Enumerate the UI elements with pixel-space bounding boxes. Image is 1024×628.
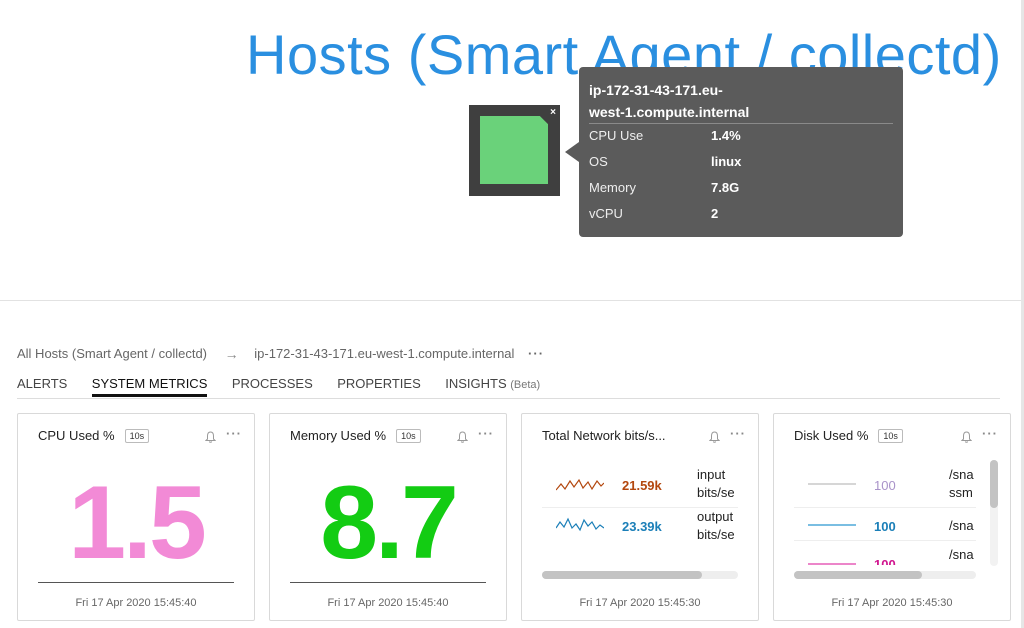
- resolution-badge: 10s: [124, 429, 150, 443]
- memory-value: 8.7: [320, 465, 459, 581]
- bell-icon[interactable]: [456, 430, 469, 448]
- tooltip-label: CPU Use: [589, 128, 644, 143]
- tooltip-label: Memory: [589, 180, 636, 195]
- card-baseline: [38, 582, 234, 583]
- host-tile[interactable]: ×: [469, 105, 560, 196]
- row-value: 23.39k: [622, 519, 662, 534]
- sparkline-input: [556, 478, 604, 491]
- card-title-text: CPU Used %: [38, 428, 115, 443]
- cpu-value: 1.5: [68, 465, 207, 581]
- sparkline-output: [556, 517, 604, 532]
- row-value: 21.59k: [622, 478, 662, 493]
- card-baseline: [290, 582, 486, 583]
- host-map-area: Hosts (Smart Agent / collectd) × ip-172-…: [0, 0, 1024, 300]
- tooltip-hostname-line2: west-1.compute.internal: [589, 104, 750, 120]
- sparkline-disk-1: [808, 483, 856, 485]
- list-item[interactable]: 100 /sna ssm: [774, 466, 1010, 506]
- card-title-text: Memory Used %: [290, 428, 387, 443]
- tab-beta-label: (Beta): [510, 379, 541, 391]
- list-item[interactable]: 100 /sna: [774, 541, 1010, 565]
- breadcrumb-current: ip-172-31-43-171.eu-west-1.compute.inter…: [254, 346, 515, 362]
- bell-icon[interactable]: [204, 430, 217, 448]
- row-label: output bits/se: [697, 508, 745, 544]
- close-icon[interactable]: ×: [550, 108, 556, 118]
- tabs-divider: [17, 398, 1000, 399]
- card-timestamp: Fri 17 Apr 2020 15:45:30: [579, 597, 701, 609]
- tooltip-row-memory: Memory 7.8G: [589, 180, 739, 195]
- row-label: /sna: [949, 518, 974, 533]
- card-title-text: Disk Used %: [794, 428, 869, 443]
- resolution-badge: 10s: [878, 429, 903, 443]
- card-title: Total Network bits/s...: [542, 428, 666, 443]
- tooltip-hostname-line1: ip-172-31-43-171.eu-: [589, 82, 723, 98]
- scrollbar-thumb[interactable]: [990, 460, 998, 508]
- tab-insights[interactable]: INSIGHTS (Beta): [445, 376, 540, 397]
- tooltip-value: 2: [711, 206, 719, 221]
- list-item[interactable]: 21.59k input bits/se: [522, 466, 758, 506]
- card-timestamp: Fri 17 Apr 2020 15:45:40: [327, 597, 449, 609]
- tooltip-row-cpu: CPU Use 1.4%: [589, 128, 741, 143]
- tooltip-hostname: ip-172-31-43-171.eu- west-1.compute.inte…: [589, 79, 809, 123]
- more-icon[interactable]: ···: [982, 426, 998, 441]
- tooltip-label: vCPU: [589, 206, 623, 221]
- tooltip-value: 1.4%: [711, 128, 741, 143]
- row-label: /sna: [949, 547, 974, 562]
- row-label-line1: input: [697, 467, 726, 482]
- card-timestamp: Fri 17 Apr 2020 15:45:40: [75, 597, 197, 609]
- bell-icon[interactable]: [960, 430, 973, 448]
- breadcrumb-more-icon[interactable]: ···: [528, 346, 544, 361]
- host-square[interactable]: [480, 116, 548, 184]
- arrow-right-icon: →: [224, 345, 239, 362]
- scrollbar-thumb[interactable]: [794, 571, 922, 579]
- sparkline-disk-2: [808, 524, 856, 526]
- more-icon[interactable]: ···: [730, 426, 746, 441]
- row-label-line2: ssm: [949, 485, 973, 500]
- tooltip-divider: [589, 123, 893, 124]
- tooltip-row-os: OS linux: [589, 154, 741, 169]
- card-title: Memory Used % 10s: [290, 428, 421, 443]
- resolution-badge: 10s: [396, 429, 421, 443]
- tab-alerts[interactable]: ALERTS: [17, 376, 67, 397]
- tab-properties[interactable]: PROPERTIES: [337, 376, 421, 397]
- row-label-line2: bits/se: [697, 485, 735, 500]
- tooltip-label: OS: [589, 154, 608, 169]
- network-bits-card: Total Network bits/s... ··· 21.59k input…: [521, 413, 759, 621]
- tooltip-value: 7.8G: [711, 180, 740, 195]
- disk-used-card: Disk Used % 10s ··· 100 /sna ssm 100 /sna …: [773, 413, 1011, 621]
- tab-insights-label: INSIGHTS: [445, 376, 507, 391]
- tooltip-row-vcpu: vCPU 2: [589, 206, 718, 221]
- row-value: 100: [874, 557, 896, 565]
- horizontal-scrollbar[interactable]: [542, 571, 738, 579]
- breadcrumb-parent-link[interactable]: All Hosts (Smart Agent / collectd): [17, 346, 207, 361]
- row-label-line1: /sna: [949, 467, 974, 482]
- tooltip-value: linux: [711, 154, 742, 169]
- row-value: 100: [874, 519, 896, 534]
- section-divider: [0, 300, 1024, 301]
- card-timestamp: Fri 17 Apr 2020 15:45:30: [831, 597, 953, 609]
- row-label-line1: output: [697, 509, 734, 524]
- tooltip-arrow: [565, 142, 579, 162]
- tab-system-metrics[interactable]: SYSTEM METRICS: [91, 376, 207, 397]
- tab-bar: ALERTS SYSTEM METRICS PROCESSES PROPERTI…: [17, 375, 560, 399]
- more-icon[interactable]: ···: [226, 426, 242, 441]
- row-label-line2: bits/se: [697, 527, 735, 542]
- tab-processes[interactable]: PROCESSES: [232, 376, 313, 397]
- scrollbar-thumb[interactable]: [542, 571, 702, 579]
- row-label: input bits/se: [697, 466, 745, 502]
- list-item[interactable]: 23.39k output bits/se: [522, 508, 758, 548]
- memory-used-card: Memory Used % 10s ··· 8.7 Fri 17 Apr 2020…: [269, 413, 507, 621]
- card-title: CPU Used % 10s: [38, 428, 150, 443]
- bell-icon[interactable]: [708, 430, 721, 448]
- card-title: Disk Used % 10s: [794, 428, 903, 443]
- card-title-text: Total Network bits/s...: [542, 428, 666, 443]
- horizontal-scrollbar[interactable]: [794, 571, 976, 579]
- vertical-scrollbar[interactable]: [990, 460, 998, 566]
- host-tooltip: ip-172-31-43-171.eu- west-1.compute.inte…: [579, 67, 903, 237]
- row-label: /sna ssm: [949, 466, 985, 502]
- more-icon[interactable]: ···: [478, 426, 494, 441]
- row-value: 100: [874, 478, 896, 493]
- cpu-used-card: CPU Used % 10s ··· 1.5 Fri 17 Apr 2020 15…: [17, 413, 255, 621]
- sparkline-disk-3: [808, 563, 856, 565]
- breadcrumb: All Hosts (Smart Agent / collectd) → ip-…: [17, 345, 544, 362]
